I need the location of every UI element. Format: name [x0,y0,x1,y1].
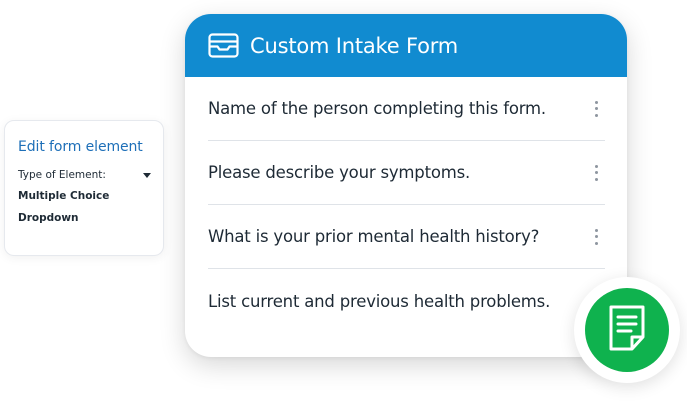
question-text: Please describe your symptoms. [208,163,471,182]
question-row[interactable]: List current and previous health problem… [208,269,605,333]
document-button-inner[interactable] [585,288,669,372]
element-type-dropdown[interactable]: Type of Element: [18,169,153,181]
caret-down-icon[interactable] [143,172,151,178]
form-title: Custom Intake Form [250,33,459,58]
question-row[interactable]: Name of the person completing this form. [208,77,605,141]
option-multiple-choice[interactable]: Multiple Choice [18,190,163,202]
element-type-label: Type of Element: [18,169,106,181]
document-button[interactable] [574,277,680,383]
question-text: Name of the person completing this form. [208,99,546,118]
question-list: Name of the person completing this form.… [185,77,627,333]
edit-form-element-panel: Edit form element Type of Element: Multi… [4,120,164,256]
more-options-icon[interactable] [594,164,598,181]
question-text: List current and previous health problem… [208,291,551,311]
intake-form-card: Custom Intake Form Name of the person co… [185,14,627,357]
question-row[interactable]: What is your prior mental health history… [208,205,605,269]
more-options-icon[interactable] [594,228,598,245]
question-row[interactable]: Please describe your symptoms. [208,141,605,205]
edit-panel-title: Edit form element [18,139,143,155]
option-dropdown[interactable]: Dropdown [18,212,163,224]
document-icon [607,304,647,356]
more-options-icon[interactable] [594,100,598,117]
form-header: Custom Intake Form [185,14,627,77]
question-text: What is your prior mental health history… [208,227,540,246]
inbox-icon [208,33,239,58]
